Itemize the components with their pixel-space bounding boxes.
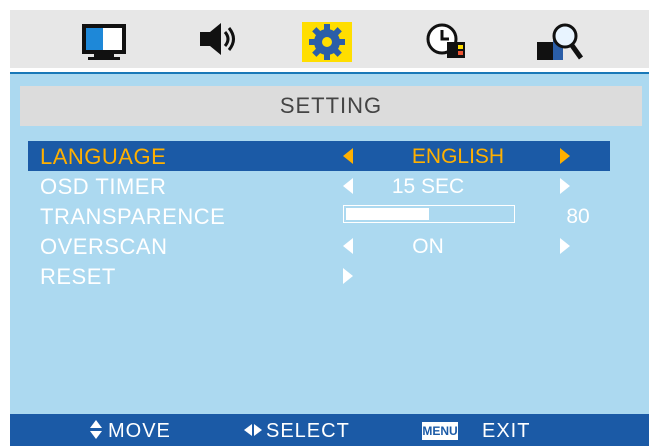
menu-tab-bar: [10, 10, 649, 68]
row-label: OSD TIMER: [40, 174, 167, 199]
arrow-left-icon[interactable]: [343, 148, 353, 164]
row-value: 15 SEC: [391, 175, 465, 198]
magnifier-icon[interactable]: [535, 22, 585, 62]
transparence-slider[interactable]: [343, 205, 515, 223]
left-arrow-icon: [244, 424, 252, 436]
speaker-icon[interactable]: [195, 22, 245, 62]
menu-key-icon: MENU: [422, 422, 458, 440]
panel-title: SETTING: [20, 86, 642, 126]
arrow-right-icon[interactable]: [560, 178, 570, 194]
slider-fill: [346, 208, 429, 220]
row-label: LANGUAGE: [40, 144, 167, 169]
menu-row-transparence[interactable]: TRANSPARENCE 80: [28, 201, 610, 231]
move-hint: MOVE: [108, 420, 171, 442]
clock-icon[interactable]: [425, 22, 475, 62]
row-value: 80: [566, 205, 590, 228]
row-value: ON: [412, 235, 444, 258]
row-label: OVERSCAN: [40, 234, 168, 259]
osd-settings-panel: SETTING LANGUAGE ENGLISH OSD TIMER 15 SE…: [10, 72, 649, 446]
arrow-right-icon[interactable]: [343, 268, 353, 284]
up-arrow-icon: [90, 420, 102, 428]
row-value: ENGLISH: [411, 145, 505, 168]
arrow-right-icon[interactable]: [560, 238, 570, 254]
menu-row-osd-timer[interactable]: OSD TIMER 15 SEC: [28, 171, 610, 201]
right-arrow-icon: [254, 424, 262, 436]
menu-row-reset[interactable]: RESET: [28, 261, 610, 291]
menu-row-language[interactable]: LANGUAGE ENGLISH: [28, 141, 610, 171]
footer-help-bar: MOVE SELECT MENU EXIT: [10, 414, 649, 446]
down-arrow-icon: [90, 431, 102, 439]
arrow-right-icon[interactable]: [560, 148, 570, 164]
row-label: TRANSPARENCE: [40, 204, 226, 229]
select-hint: SELECT: [266, 420, 350, 442]
gear-icon[interactable]: [302, 22, 352, 62]
monitor-icon[interactable]: [80, 22, 130, 62]
menu-row-overscan[interactable]: OVERSCAN ON: [28, 231, 610, 261]
row-label: RESET: [40, 264, 116, 289]
exit-hint: EXIT: [482, 420, 531, 442]
